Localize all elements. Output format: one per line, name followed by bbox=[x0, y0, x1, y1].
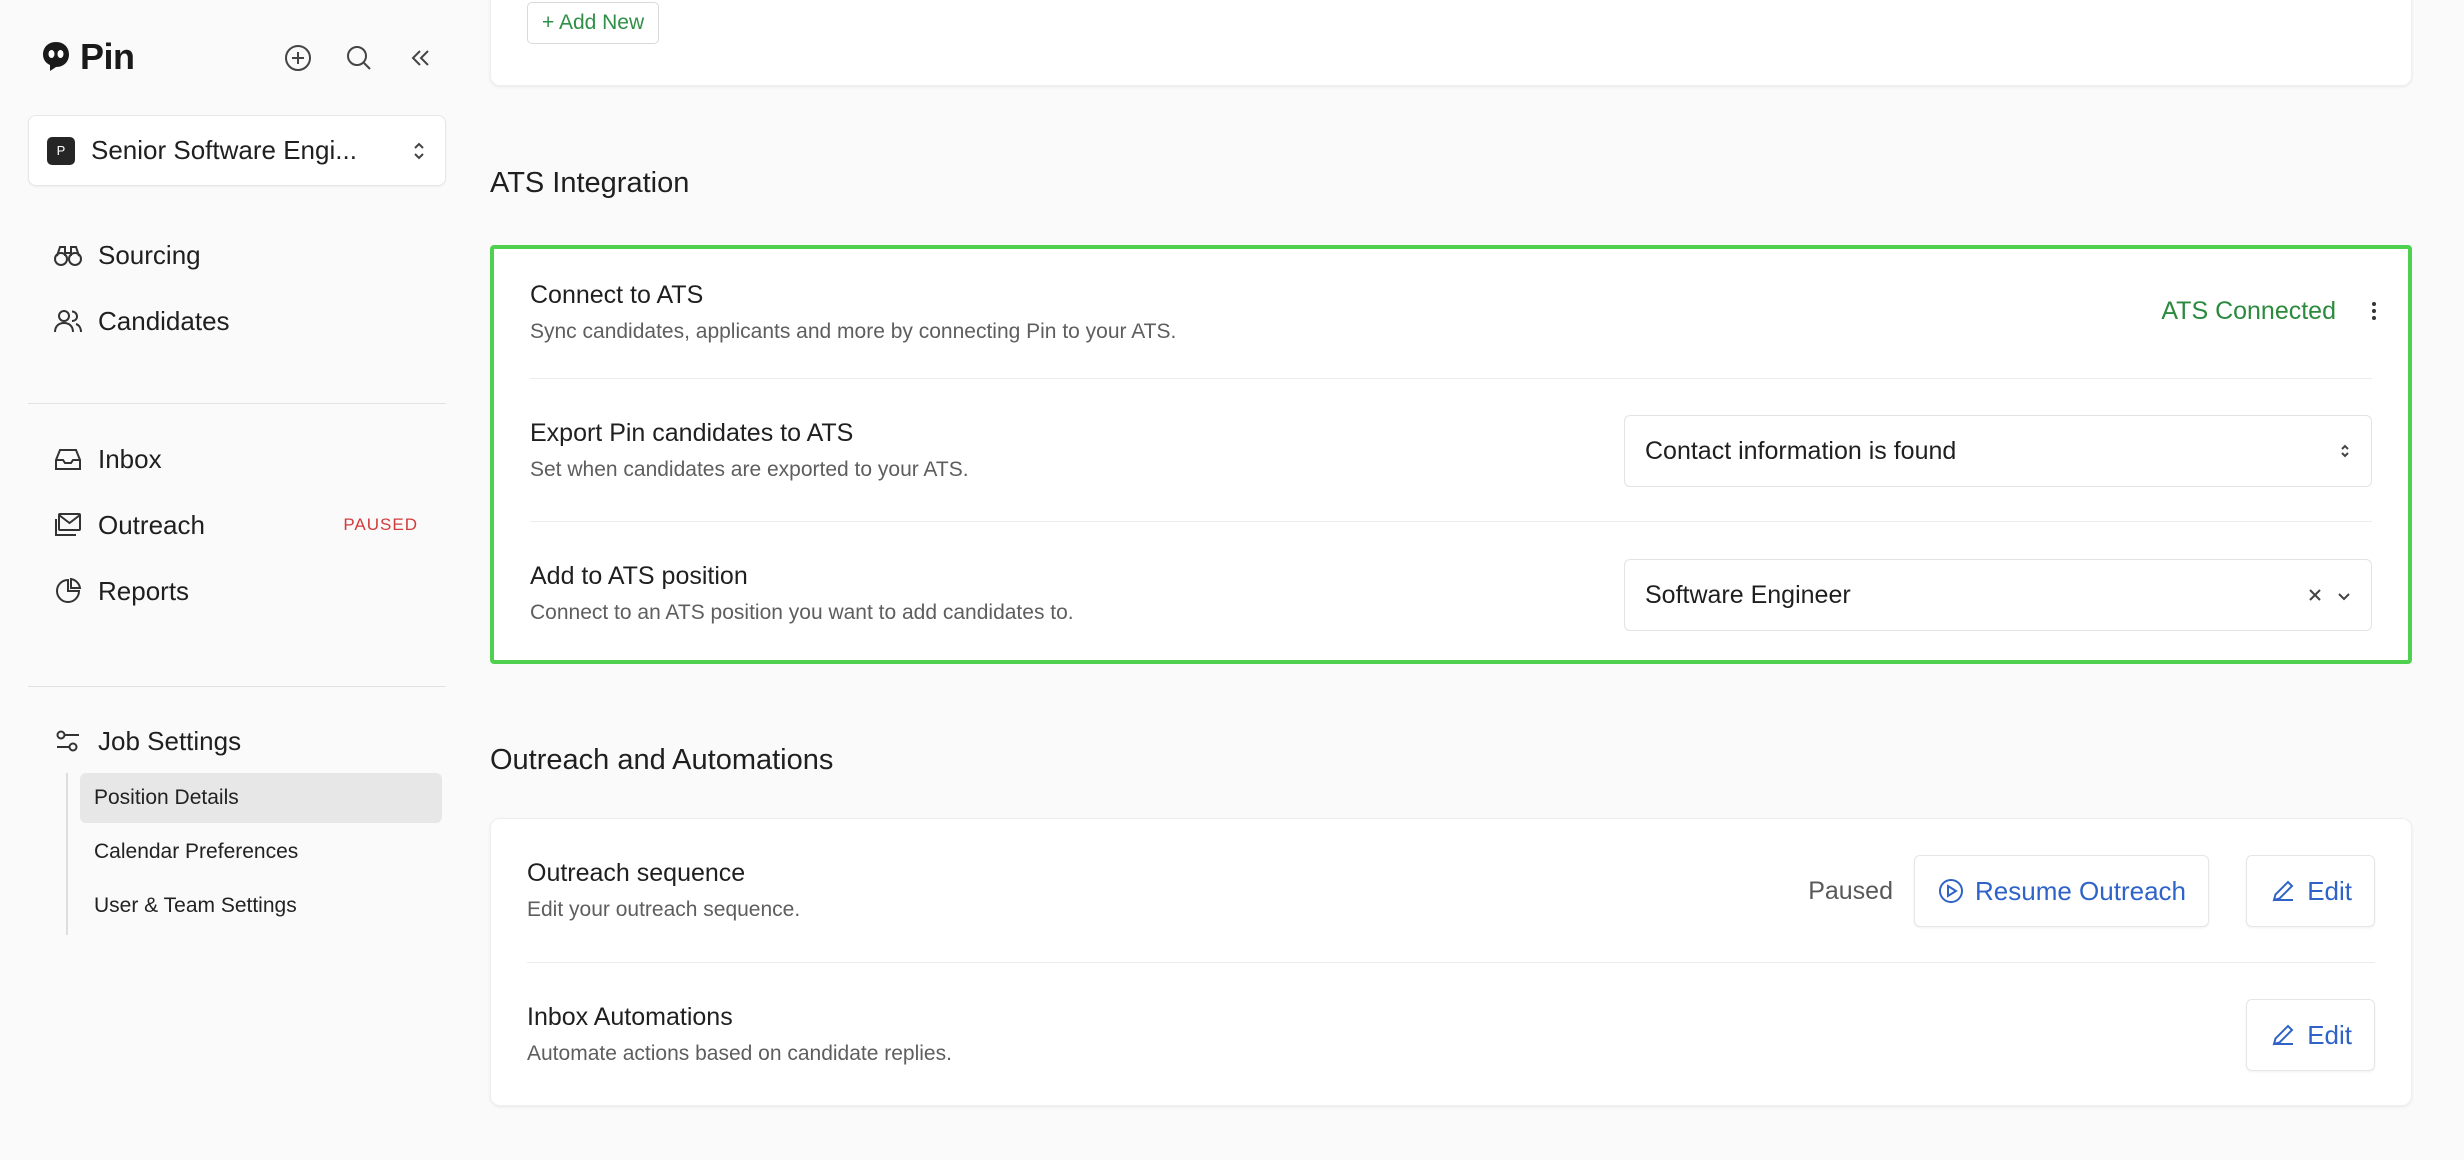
job-selector-label: Senior Software Engi... bbox=[91, 135, 357, 165]
subnav-item-user-team-settings[interactable]: User & Team Settings bbox=[80, 881, 442, 931]
connect-ats-title: Connect to ATS bbox=[530, 281, 704, 309]
outreach-automations-card: Outreach sequence Edit your outreach seq… bbox=[490, 818, 2412, 1106]
sidebar-divider bbox=[28, 403, 446, 404]
nav-secondary: Inbox Outreach PAUSED Reports bbox=[28, 426, 446, 624]
nav-item-candidates[interactable]: Candidates bbox=[28, 288, 446, 354]
edit-inbox-automations-label: Edit bbox=[2307, 1019, 2352, 1050]
pie-chart-icon bbox=[52, 575, 84, 607]
row-divider bbox=[530, 521, 2372, 522]
inbox-icon bbox=[52, 443, 84, 475]
edit-sequence-label: Edit bbox=[2307, 875, 2352, 906]
nav-primary: Sourcing Candidates bbox=[28, 222, 446, 354]
nav-label-outreach: Outreach bbox=[98, 509, 205, 540]
nav-label-reports: Reports bbox=[98, 575, 190, 606]
chevron-up-down-icon bbox=[409, 140, 429, 162]
collapse-sidebar-icon[interactable] bbox=[400, 38, 440, 78]
job-badge: P bbox=[47, 136, 75, 165]
brand[interactable]: Pin bbox=[40, 34, 135, 80]
ats-section-title: ATS Integration bbox=[490, 167, 690, 199]
inbox-automations-title: Inbox Automations bbox=[527, 1003, 733, 1031]
previous-section-card: + Add New bbox=[490, 0, 2412, 86]
resume-outreach-label: Resume Outreach bbox=[1975, 875, 2186, 906]
sidebar-toolbar bbox=[278, 38, 461, 78]
users-icon bbox=[52, 305, 84, 337]
connect-ats-row: Connect to ATS Sync candidates, applican… bbox=[530, 281, 2372, 344]
export-trigger-value: Contact information is found bbox=[1645, 436, 1957, 465]
outreach-section-title: Outreach and Automations bbox=[490, 744, 834, 776]
outreach-paused-status: Paused bbox=[1808, 877, 1893, 905]
inbox-automations-row: Inbox Automations Automate actions based… bbox=[527, 1003, 2375, 1066]
nav-settings: Job Settings bbox=[28, 708, 446, 774]
connect-ats-desc: Sync candidates, applicants and more by … bbox=[530, 320, 1177, 343]
app-root: Pin P Senior Software Engi... Sourcing C… bbox=[0, 0, 2464, 1160]
nav-item-outreach[interactable]: Outreach PAUSED bbox=[28, 492, 446, 558]
subnav-item-calendar-preferences[interactable]: Calendar Preferences bbox=[80, 827, 442, 877]
clear-icon[interactable] bbox=[2307, 581, 2323, 610]
chevron-down-icon[interactable] bbox=[2337, 581, 2351, 610]
binoculars-icon bbox=[52, 239, 84, 271]
mail-stack-icon bbox=[52, 509, 84, 541]
add-new-button[interactable]: + Add New bbox=[527, 2, 660, 44]
nav-label-candidates: Candidates bbox=[98, 305, 230, 336]
more-vertical-icon[interactable] bbox=[2362, 293, 2386, 329]
sidebar-divider bbox=[28, 686, 446, 687]
nav-item-reports[interactable]: Reports bbox=[28, 558, 446, 624]
search-icon[interactable] bbox=[339, 38, 379, 78]
nav-item-inbox[interactable]: Inbox bbox=[28, 426, 446, 492]
edit-inbox-automations-button[interactable]: Edit bbox=[2246, 999, 2375, 1071]
pencil-icon bbox=[2269, 1021, 2297, 1049]
nav-item-job-settings[interactable]: Job Settings bbox=[28, 708, 446, 774]
row-divider bbox=[527, 962, 2375, 963]
play-circle-icon bbox=[1937, 877, 1965, 905]
ats-position-select[interactable]: Software Engineer bbox=[1624, 559, 2372, 631]
row-divider bbox=[530, 378, 2372, 379]
nav-label-sourcing: Sourcing bbox=[98, 239, 201, 270]
nav-label-job-settings: Job Settings bbox=[98, 725, 242, 756]
settings-sliders-icon bbox=[52, 725, 84, 757]
export-trigger-select[interactable]: Contact information is found bbox=[1624, 415, 2372, 487]
pin-logo-icon bbox=[40, 40, 72, 74]
resume-outreach-button[interactable]: Resume Outreach bbox=[1914, 855, 2209, 927]
edit-sequence-button[interactable]: Edit bbox=[2246, 855, 2375, 927]
job-settings-subnav: Position Details Calendar Preferences Us… bbox=[66, 773, 442, 935]
outreach-status-badge: PAUSED bbox=[343, 515, 418, 534]
ats-position-value: Software Engineer bbox=[1645, 580, 1851, 609]
ats-connected-status: ATS Connected bbox=[2161, 297, 2336, 325]
pencil-icon bbox=[2269, 877, 2297, 905]
nav-item-sourcing[interactable]: Sourcing bbox=[28, 222, 446, 288]
job-selector[interactable]: P Senior Software Engi... bbox=[28, 115, 446, 186]
plus-circle-icon[interactable] bbox=[278, 38, 318, 78]
subnav-item-position-details[interactable]: Position Details bbox=[80, 773, 442, 823]
nav-label-inbox: Inbox bbox=[98, 443, 162, 474]
inbox-automations-desc: Automate actions based on candidate repl… bbox=[527, 1042, 952, 1065]
ats-integration-card: Connect to ATS Sync candidates, applican… bbox=[490, 245, 2412, 664]
brand-name: Pin bbox=[80, 36, 135, 77]
chevron-up-down-icon bbox=[2339, 441, 2351, 461]
sidebar: Pin P Senior Software Engi... Sourcing C… bbox=[0, 0, 460, 1160]
